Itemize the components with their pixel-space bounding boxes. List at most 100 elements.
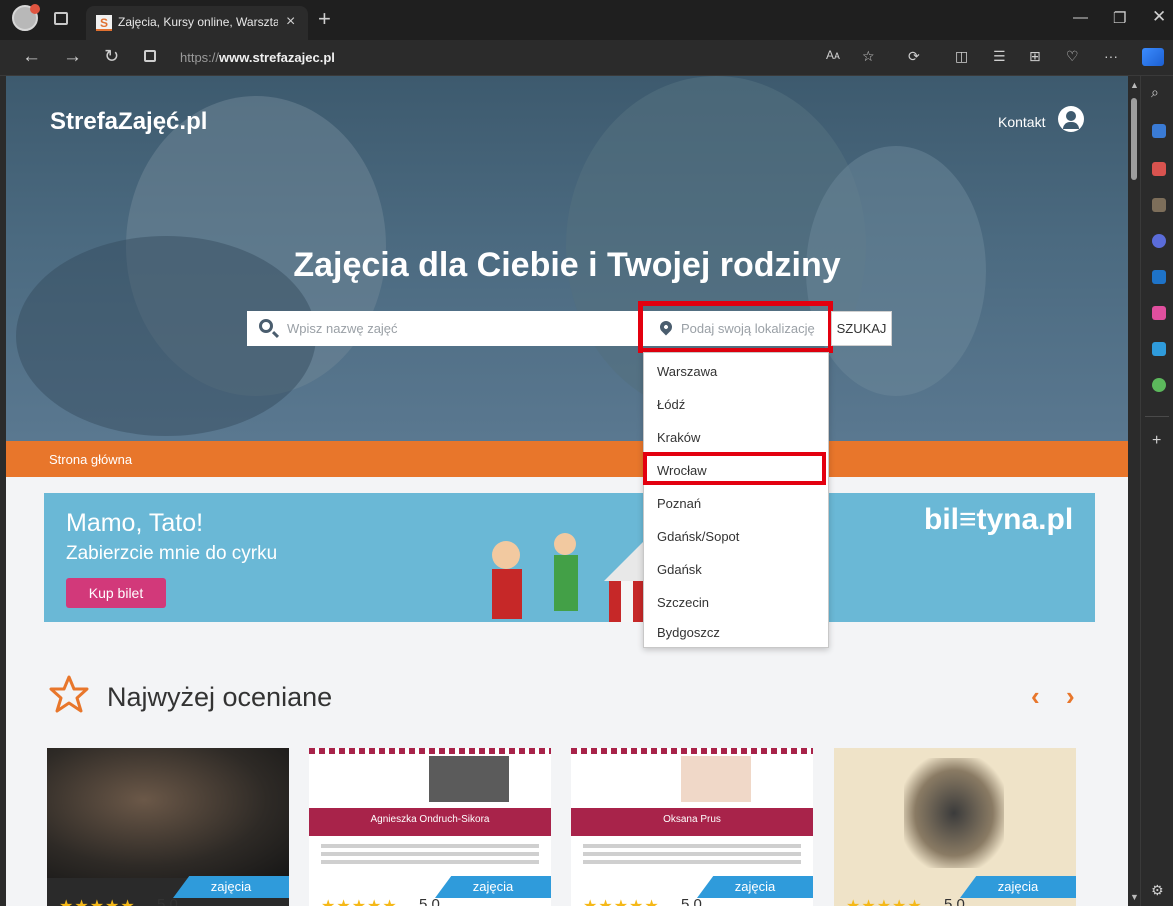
sidebar-designer-icon[interactable]: [1152, 306, 1166, 320]
tab-title: Zajęcia, Kursy online, Warsztaty, I: [118, 15, 278, 29]
sidebar-tools-icon[interactable]: [1152, 162, 1166, 176]
browser-window: S Zajęcia, Kursy online, Warsztaty, I × …: [0, 0, 1173, 906]
tab-actions-icon[interactable]: [54, 12, 68, 25]
card-rating-value: 5.0: [944, 896, 965, 906]
teacher-photo: [429, 756, 509, 802]
read-aloud-icon[interactable]: Aᴀ: [826, 48, 840, 62]
performance-icon[interactable]: ♡: [1066, 48, 1079, 65]
user-account-icon[interactable]: [1058, 106, 1084, 132]
card-header-band: Agnieszka Ondruch-Sikora: [309, 808, 551, 836]
extensions-icon[interactable]: ⟳: [908, 48, 920, 65]
tab-close-icon[interactable]: ×: [286, 13, 295, 31]
next-arrow-icon[interactable]: ›: [1066, 681, 1075, 712]
card-border-decoration: [571, 748, 813, 754]
scroll-thumb[interactable]: [1131, 98, 1137, 180]
dropdown-option[interactable]: Szczecin: [644, 587, 828, 619]
location-dropdown: Warszawa Łódź Kraków Wrocław Poznań Gdań…: [643, 352, 829, 648]
restore-icon[interactable]: ❐: [1113, 9, 1126, 27]
search-input[interactable]: [287, 311, 627, 346]
circus-banner[interactable]: Mamo, Tato! Zabierzcie mnie do cyrku Kup…: [44, 493, 1095, 622]
site-favicon-icon: S: [96, 15, 112, 31]
favorite-star-icon[interactable]: ☆: [862, 48, 875, 65]
clown-illustration: [554, 555, 578, 611]
breadcrumb-home[interactable]: Strona główna: [49, 452, 132, 467]
dropdown-option[interactable]: Bydgoszcz: [644, 617, 828, 649]
card-category-tag: zajęcia: [697, 876, 813, 898]
teacher-photo: [681, 756, 751, 802]
breadcrumb-bar: Strona główna: [6, 441, 1128, 477]
scroll-up-icon[interactable]: ▲: [1130, 80, 1139, 90]
search-button[interactable]: SZUKAJ: [831, 311, 892, 346]
address-toolbar: ← → ↻ https://www.strefazajec.pl Aᴀ ☆ ⟳ …: [0, 40, 1173, 76]
card-category-tag: zajęcia: [960, 876, 1076, 898]
sidebar-outlook-icon[interactable]: [1152, 270, 1166, 284]
close-window-icon[interactable]: ✕: [1152, 7, 1166, 27]
sidebar-games-icon[interactable]: [1152, 198, 1166, 212]
ringmaster-illustration: [492, 569, 522, 619]
lock-icon[interactable]: [144, 50, 156, 62]
dropdown-option[interactable]: Gdańsk: [644, 554, 828, 586]
banner-subtitle: Zabierzcie mnie do cyrku: [66, 543, 278, 564]
collections-icon[interactable]: ⊞: [1029, 48, 1041, 65]
search-icon: [259, 319, 273, 333]
card-description-line: [321, 844, 539, 848]
drums-photo: [47, 748, 289, 878]
minimize-icon[interactable]: —: [1073, 9, 1088, 26]
banner-title: Mamo, Tato!: [66, 509, 204, 537]
card-rating-stars: ★★★★★: [846, 896, 923, 906]
forward-icon[interactable]: →: [63, 46, 82, 68]
refresh-icon[interactable]: ↻: [104, 46, 119, 67]
edge-sidebar: ⌕ + ⚙: [1140, 76, 1173, 906]
card-rating-value: 5.0: [681, 896, 702, 906]
contact-link[interactable]: Kontakt: [998, 114, 1045, 130]
sidebar-app-icon[interactable]: [1152, 378, 1166, 392]
url-text[interactable]: https://www.strefazajec.pl: [180, 50, 335, 65]
dropdown-option[interactable]: Kraków: [644, 422, 828, 454]
ringmaster-illustration: [492, 541, 520, 569]
card-teacher-name: Oksana Prus: [663, 814, 721, 825]
site-logo[interactable]: StrefaZajęć.pl: [50, 108, 207, 136]
sidebar-add-icon[interactable]: +: [1152, 432, 1161, 450]
sidebar-shopping-icon[interactable]: [1152, 124, 1166, 138]
course-card[interactable]: Agnieszka Ondruch-Sikora zajęcia ★★★★★ 5…: [309, 748, 551, 906]
split-screen-icon[interactable]: ◫: [955, 48, 968, 65]
card-rating-stars: ★★★★★: [59, 896, 136, 906]
dropdown-option[interactable]: Łódź: [644, 389, 828, 421]
card-rating-stars: ★★★★★: [583, 896, 660, 906]
sidebar-settings-icon[interactable]: ⚙: [1151, 882, 1164, 899]
more-menu-icon[interactable]: ···: [1104, 48, 1118, 64]
tab-bar: S Zajęcia, Kursy online, Warsztaty, I × …: [0, 0, 1173, 40]
course-card[interactable]: zajęcia ★★★★★ 5.0: [47, 748, 289, 906]
prev-arrow-icon[interactable]: ‹: [1031, 681, 1040, 712]
profile-avatar[interactable]: [12, 4, 40, 31]
page-scrollbar[interactable]: ▲ ▼: [1128, 76, 1140, 906]
card-description-line: [583, 844, 801, 848]
favorites-icon[interactable]: ☰: [993, 48, 1006, 65]
sidebar-search-icon[interactable]: ⌕: [1151, 84, 1159, 101]
active-tab[interactable]: S Zajęcia, Kursy online, Warsztaty, I ×: [86, 6, 308, 40]
back-icon[interactable]: ←: [22, 46, 41, 68]
copilot-icon[interactable]: [1142, 48, 1164, 66]
sidebar-copilot-icon[interactable]: [1152, 234, 1166, 248]
course-card[interactable]: zajęcia ★★★★★ 5.0: [834, 748, 1076, 906]
card-header-band: Oksana Prus: [571, 808, 813, 836]
buy-ticket-button[interactable]: Kup bilet: [66, 578, 166, 608]
card-rating-value: 5.0: [157, 896, 178, 906]
dropdown-option[interactable]: Gdańsk/Sopot: [644, 521, 828, 553]
card-description-line: [583, 860, 801, 864]
location-input-highlight: [638, 301, 833, 353]
card-border-decoration: [309, 748, 551, 754]
search-field: [247, 311, 643, 346]
page-viewport: StrefaZajęć.pl Kontakt Zajęcia dla Ciebi…: [6, 76, 1128, 906]
clown-illustration: [554, 533, 576, 555]
dropdown-option[interactable]: Warszawa: [644, 356, 828, 388]
dropdown-option[interactable]: Poznań: [644, 488, 828, 520]
card-description-line: [583, 852, 801, 856]
sidebar-telegram-icon[interactable]: [1152, 342, 1166, 356]
sidebar-divider: [1145, 416, 1169, 417]
scroll-down-icon[interactable]: ▼: [1130, 892, 1139, 902]
new-tab-icon[interactable]: +: [318, 6, 331, 32]
address-bar[interactable]: https://www.strefazajec.pl: [136, 44, 896, 72]
course-card[interactable]: Oksana Prus zajęcia ★★★★★ 5.0: [571, 748, 813, 906]
page-headline: Zajęcia dla Ciebie i Twojej rodziny: [293, 246, 841, 284]
